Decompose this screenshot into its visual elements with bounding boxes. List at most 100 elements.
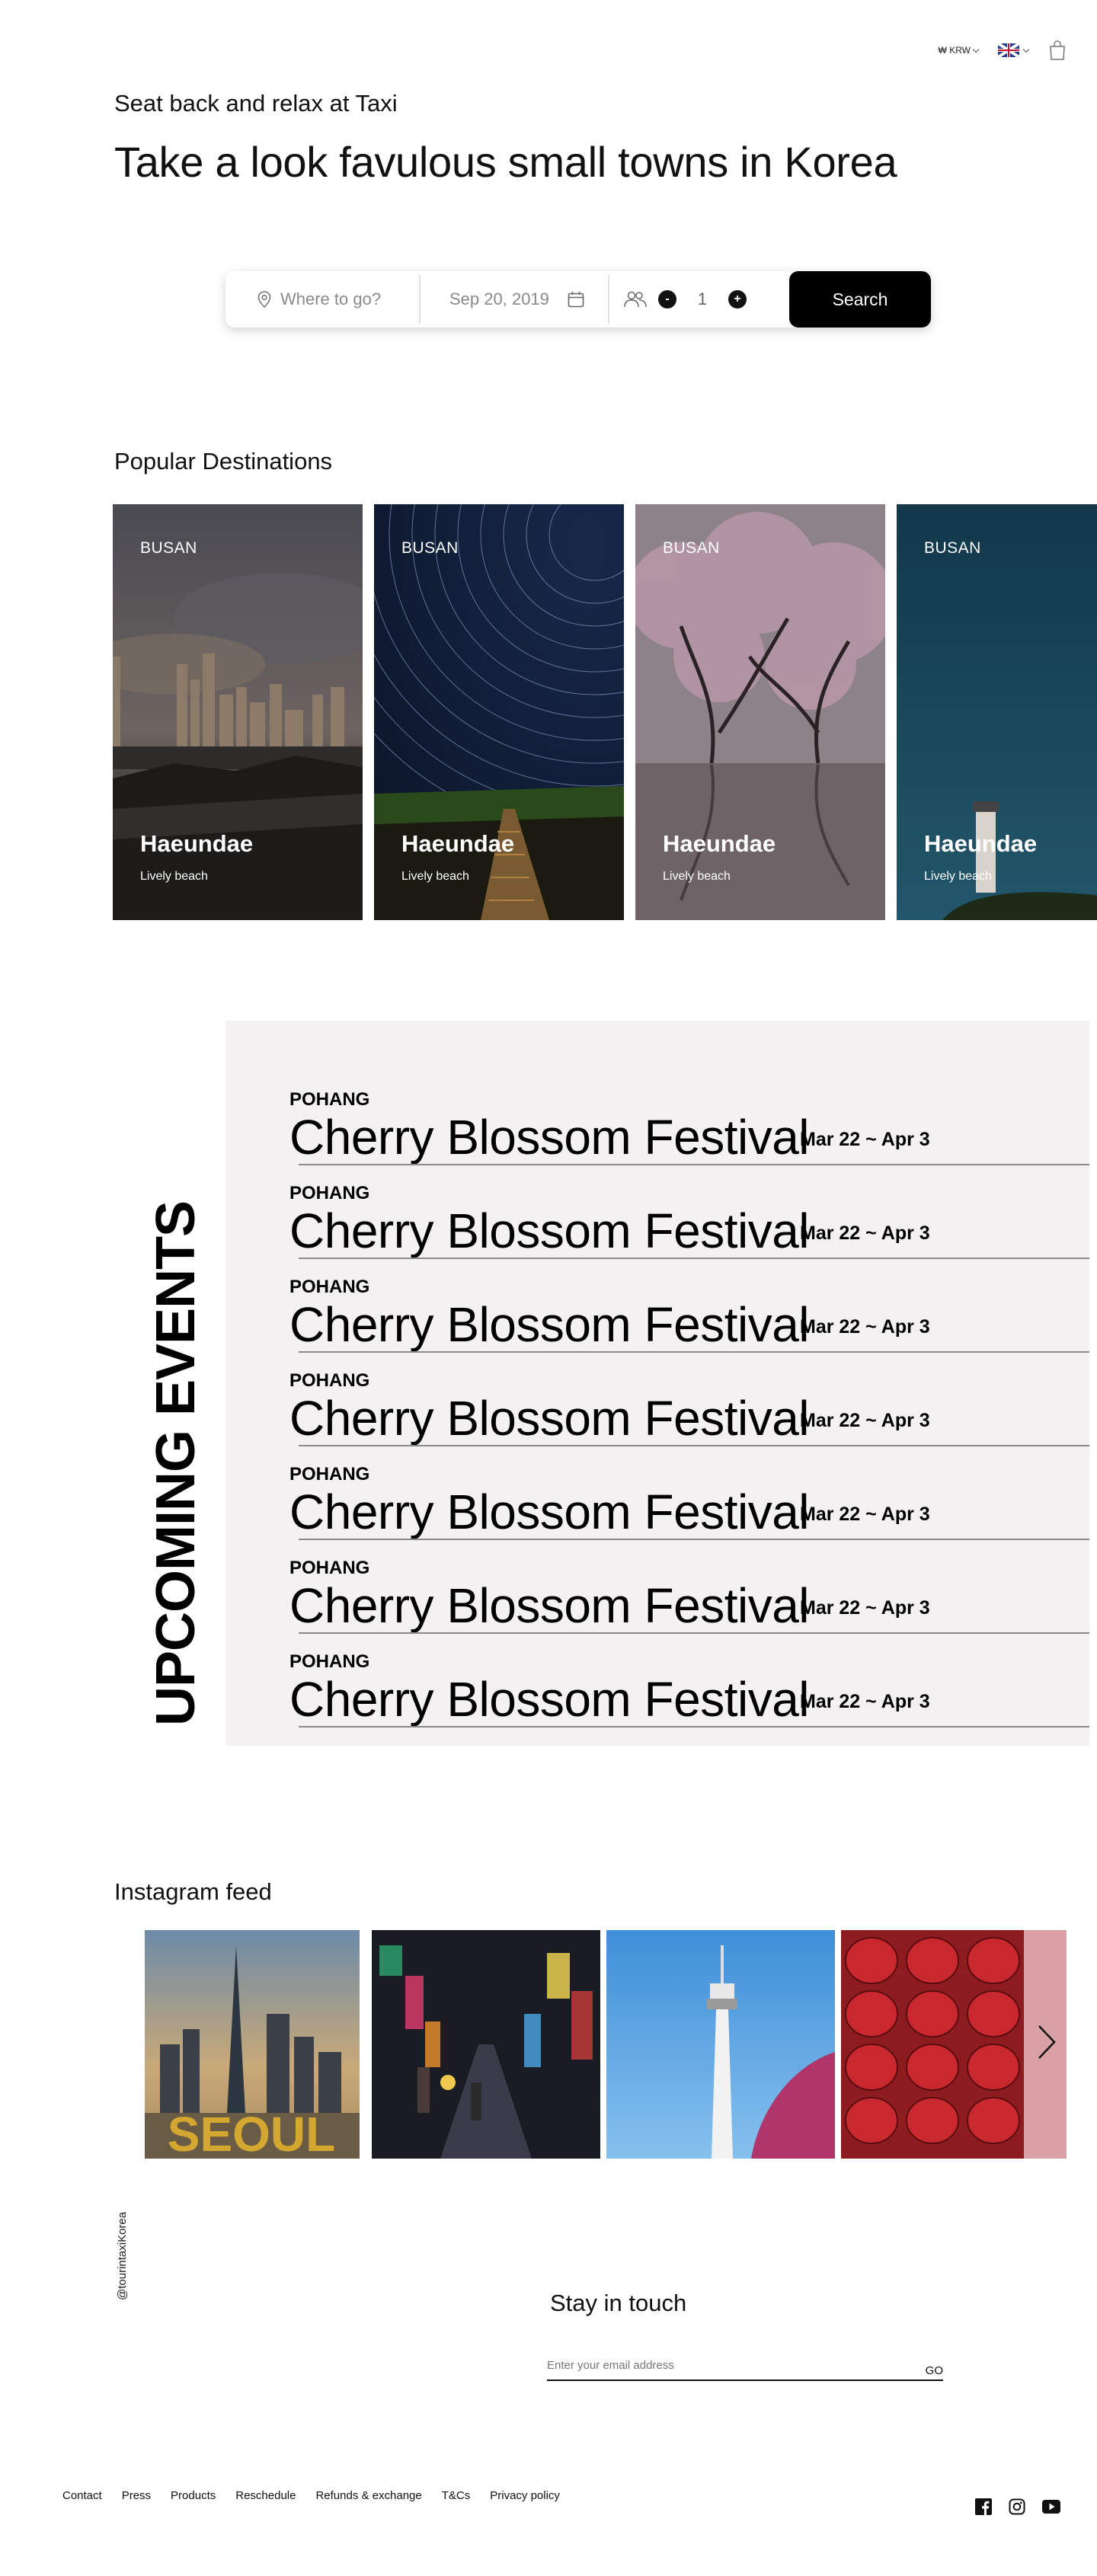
go-button[interactable]: GO [926,2364,943,2377]
popular-destinations-title: Popular Destinations [114,448,333,475]
destination-card[interactable]: BUSAN Haeundae Lively beach [113,504,363,920]
destination-image [374,504,624,920]
event-name: Cherry Blossom Festival [289,1203,810,1258]
event-date: Mar 22 ~ Apr 3 [800,1129,930,1150]
calendar-icon [568,292,584,308]
instagram-gallery: SEOUL [145,1930,1067,2159]
card-name: Haeundae [663,830,776,857]
currency-selector[interactable]: ₩ KRW [938,45,980,56]
card-description: Lively beach [401,870,469,883]
event-item[interactable]: POHANG Cherry Blossom Festival Mar 22 ~ … [289,1370,1089,1464]
event-date: Mar 22 ~ Apr 3 [800,1410,930,1431]
event-item[interactable]: POHANG Cherry Blossom Festival Mar 22 ~ … [289,1558,1089,1651]
chevron-down-icon [1022,46,1030,53]
card-description: Lively beach [663,870,731,883]
footer-links: Contact Press Products Reschedule Refund… [62,2489,560,2502]
divider [299,1539,1089,1540]
destination-image [635,504,885,920]
divider [299,1445,1089,1446]
search-bar: Where to go? Sep 20, 2019 - 1 + Search [225,271,931,328]
event-name: Cherry Blossom Festival [289,1485,810,1539]
search-button[interactable]: Search [789,271,931,328]
seoul-sign: SEOUL [168,2107,335,2159]
currency-label: ₩ KRW [938,45,971,56]
next-arrow-icon[interactable] [1033,2023,1059,2061]
destination-image [113,504,363,920]
top-bar: ₩ KRW [939,40,1067,61]
event-city: POHANG [289,1558,370,1578]
footer-link-products[interactable]: Products [171,2489,216,2502]
event-date: Mar 22 ~ Apr 3 [800,1504,930,1525]
footer-link-privacy[interactable]: Privacy policy [490,2489,560,2502]
card-city: BUSAN [663,539,720,557]
event-item[interactable]: POHANG Cherry Blossom Festival Mar 22 ~ … [289,1464,1089,1558]
instagram-post[interactable] [606,1930,835,2159]
divider [299,1258,1089,1259]
instagram-handle-label: @tourintaxiKorea [116,2211,129,2300]
card-name: Haeundae [140,830,254,857]
hero-title: Take a look favulous small towns in Kore… [114,138,897,186]
newsletter-form: GO [547,2354,943,2381]
card-name: Haeundae [924,830,1038,857]
footer-link-tcs[interactable]: T&Cs [442,2489,471,2502]
event-city: POHANG [289,1089,370,1110]
footer-link-reschedule[interactable]: Reschedule [235,2489,296,2502]
increase-guests-button[interactable]: + [728,290,747,308]
event-name: Cherry Blossom Festival [289,1391,810,1446]
event-city: POHANG [289,1183,370,1203]
stay-in-touch-title: Stay in touch [550,2290,687,2316]
events-panel: POHANG Cherry Blossom Festival Mar 22 ~ … [225,1021,1089,1746]
card-description: Lively beach [140,870,208,883]
decrease-guests-button[interactable]: - [658,290,676,308]
event-city: POHANG [289,1464,370,1485]
card-city: BUSAN [924,539,981,557]
instagram-post[interactable]: SEOUL [145,1930,360,2159]
facebook-icon[interactable] [975,2498,992,2515]
instagram-feed-title: Instagram feed [114,1878,272,1905]
date-value: Sep 20, 2019 [449,289,549,308]
event-name: Cherry Blossom Festival [289,1578,810,1633]
event-city: POHANG [289,1651,370,1672]
event-item[interactable]: POHANG Cherry Blossom Festival Mar 22 ~ … [289,1277,1089,1370]
card-description: Lively beach [924,870,992,883]
event-item[interactable]: POHANG Cherry Blossom Festival Mar 22 ~ … [289,1651,1089,1745]
instagram-image [606,1930,835,2159]
card-city: BUSAN [401,539,459,557]
shopping-bag-icon[interactable] [1048,40,1067,61]
footer-link-contact[interactable]: Contact [62,2489,102,2502]
email-field[interactable] [547,2354,897,2376]
footer-link-press[interactable]: Press [122,2489,151,2502]
event-name: Cherry Blossom Festival [289,1672,810,1727]
destination-card[interactable]: BUSAN Haeundae Lively beach [374,504,624,920]
language-selector[interactable] [998,43,1030,57]
date-field[interactable]: Sep 20, 2019 [421,275,609,324]
event-name: Cherry Blossom Festival [289,1110,810,1165]
instagram-image: SEOUL [145,1930,360,2159]
destination-carousel: BUSAN Haeundae Lively beach BUSAN Haeund… [113,504,1097,920]
event-date: Mar 22 ~ Apr 3 [800,1691,930,1712]
upcoming-events-title: UPCOMING EVENTS [146,1200,206,1726]
chevron-down-icon [972,46,980,53]
hero-subtitle: Seat back and relax at Taxi [114,90,398,117]
instagram-handle[interactable]: @tourintaxiKorea [114,2163,133,2300]
divider [299,1726,1089,1727]
upcoming-events-heading: UPCOMING EVENTS [136,1201,206,1726]
event-item[interactable]: POHANG Cherry Blossom Festival Mar 22 ~ … [289,1183,1089,1277]
card-city: BUSAN [140,539,197,557]
instagram-post[interactable] [372,1930,600,2159]
where-field[interactable]: Where to go? [225,275,421,324]
card-name: Haeundae [401,830,515,857]
destination-card[interactable]: BUSAN Haeundae Lively beach [635,504,885,920]
instagram-image [372,1930,600,2159]
social-links [975,2498,1060,2515]
divider [299,1164,1089,1165]
instagram-icon[interactable] [1009,2498,1025,2515]
guest-stepper: - 1 + [609,271,789,328]
footer-link-refunds[interactable]: Refunds & exchange [315,2489,421,2502]
location-pin-icon [257,291,271,308]
event-city: POHANG [289,1370,370,1391]
event-item[interactable]: POHANG Cherry Blossom Festival Mar 22 ~ … [289,1089,1089,1183]
youtube-icon[interactable] [1042,2500,1060,2514]
divider [299,1351,1089,1353]
destination-card[interactable]: BUSAN Haeundae Lively beach [897,504,1097,920]
